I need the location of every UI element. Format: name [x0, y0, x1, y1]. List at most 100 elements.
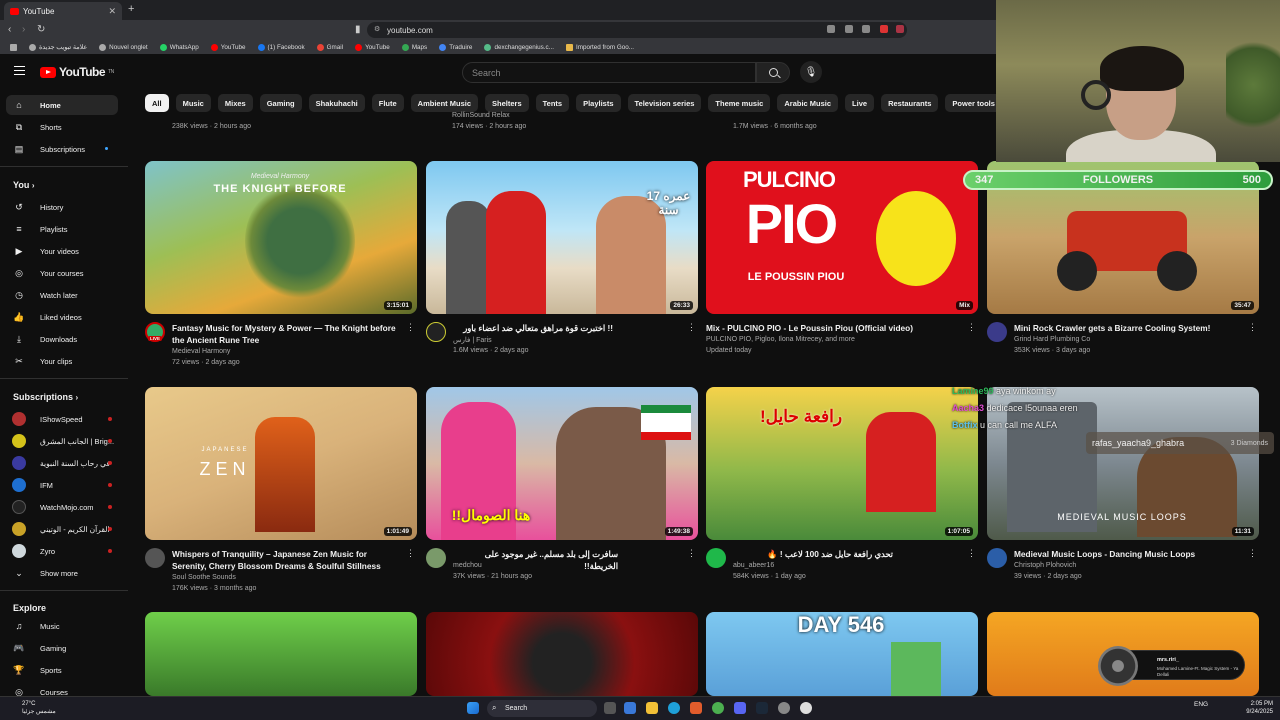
sidebar-item-playlists[interactable]: ≡ Playlists: [6, 219, 118, 239]
bookmark-item[interactable]: علامة تبويب جديدة: [29, 43, 87, 51]
video-card[interactable]: 35:47 Mini Rock Crawler gets a Bizarre C…: [987, 161, 1259, 370]
subscription-channel[interactable]: الجانب المشرق | Brig...: [6, 431, 118, 451]
sidebar-item-watch-later[interactable]: ◷ Watch later: [6, 285, 118, 305]
bookmark-item[interactable]: dexchangegenius.c...: [484, 43, 554, 51]
steam-icon[interactable]: [756, 702, 768, 714]
video-card[interactable]: رافعة حايل! 1:07:05 تحدي رافعة حايل ضد 1…: [706, 387, 978, 596]
chip-mixes[interactable]: Mixes: [217, 94, 253, 112]
tab-youtube[interactable]: YouTube ✕: [4, 2, 122, 20]
subscription-channel[interactable]: في رحاب السنة النبوية: [6, 453, 118, 473]
video-thumbnail[interactable]: عمره 17 سنة 26:33: [426, 161, 698, 314]
chip-music[interactable]: Music: [175, 94, 211, 112]
search-button[interactable]: [756, 62, 790, 83]
video-thumbnail[interactable]: هنا الصومال!! 1:49:38: [426, 387, 698, 540]
video-title[interactable]: !! اختبرت قوة مراهق متعالي ضد اعضاء باور: [453, 322, 613, 334]
task-view-icon[interactable]: [604, 702, 616, 714]
video-card[interactable]: [145, 612, 417, 696]
voice-search-button[interactable]: 🎙: [800, 61, 822, 83]
channel-avatar[interactable]: [987, 322, 1007, 342]
channel-avatar[interactable]: [426, 548, 446, 568]
channel-name[interactable]: PULCINO PIO, Pigloo, Ilona Mitrecey, and…: [706, 336, 855, 343]
sidebar-item-home[interactable]: ⌂ Home: [6, 95, 118, 115]
bookmark-item[interactable]: Gmail: [316, 43, 343, 51]
bookmark-item[interactable]: WhatsApp: [159, 43, 199, 51]
bookmark-folder[interactable]: Imported from Goo...: [565, 43, 634, 51]
sidebar-item-your-videos[interactable]: ▶ Your videos: [6, 241, 118, 261]
apps-icon[interactable]: [10, 43, 17, 51]
zoom-icon[interactable]: [845, 25, 853, 33]
more-options-icon[interactable]: ⋮: [1248, 548, 1257, 559]
start-icon[interactable]: [467, 702, 479, 714]
language-indicator[interactable]: ENG: [1194, 701, 1208, 708]
taskbar-search[interactable]: ⌕ Search: [487, 700, 597, 717]
rewards-icon[interactable]: [896, 25, 904, 33]
sidebar-item-sports[interactable]: 🏆 Sports: [6, 660, 118, 680]
channel-avatar[interactable]: [706, 548, 726, 568]
chip-live[interactable]: Live: [845, 94, 875, 112]
channel-name[interactable]: medchou: [453, 562, 482, 569]
more-options-icon[interactable]: ⋮: [687, 548, 696, 559]
youtube-logo[interactable]: YouTube TN: [40, 65, 114, 79]
channel-name[interactable]: Christoph Plohovich: [1014, 562, 1076, 569]
url-field[interactable]: ⚙ youtube.com: [367, 22, 907, 38]
sidebar-item-downloads[interactable]: ⤓ Downloads: [6, 329, 118, 349]
video-card[interactable]: عمره 17 سنة 26:33 !! اختبرت قوة مراهق مت…: [426, 161, 698, 370]
cast-icon[interactable]: [827, 25, 835, 33]
video-title[interactable]: Fantasy Music for Mystery & Power — The …: [172, 322, 402, 346]
forward-icon[interactable]: ›: [22, 24, 25, 35]
subscription-channel[interactable]: القرآن الكريم - الوتيني: [6, 519, 118, 539]
more-options-icon[interactable]: ⋮: [406, 322, 415, 333]
video-card[interactable]: DAY 546: [706, 612, 978, 696]
channel-avatar[interactable]: [145, 548, 165, 568]
subscription-channel[interactable]: Zyro: [6, 541, 118, 561]
show-more-button[interactable]: ⌄ Show more: [6, 563, 118, 583]
more-options-icon[interactable]: ⋮: [967, 322, 976, 333]
discord-icon[interactable]: [734, 702, 746, 714]
channel-avatar[interactable]: [987, 548, 1007, 568]
obs-icon[interactable]: [800, 702, 812, 714]
more-options-icon[interactable]: ⋮: [687, 322, 696, 333]
video-thumbnail[interactable]: PULCINO PIO LE POUSSIN PIOU Mix: [706, 161, 978, 314]
video-title[interactable]: Mix - PULCINO PIO - Le Poussin Piou (Off…: [706, 322, 956, 334]
chip-playlists[interactable]: Playlists: [576, 94, 621, 112]
chip-theme-music[interactable]: Theme music: [708, 94, 771, 112]
edge-icon[interactable]: [668, 702, 680, 714]
video-card[interactable]: هنا الصومال!! 1:49:38 سافرت إلى بلد مسلم…: [426, 387, 698, 596]
video-card[interactable]: JAPANESE ZEN 1:01:49 Whispers of Tranqui…: [145, 387, 417, 596]
bookmark-icon[interactable]: ▮: [355, 24, 361, 35]
channel-avatar[interactable]: [426, 322, 446, 342]
channel-name[interactable]: Medieval Harmony: [172, 348, 230, 355]
share-icon[interactable]: [862, 25, 870, 33]
video-title[interactable]: تحدي رافعة حايل ضد 100 لاعب ! 🔥: [733, 548, 893, 560]
chip-power-tools[interactable]: Power tools: [945, 94, 996, 112]
sidebar-item-music[interactable]: ♫ Music: [6, 616, 118, 636]
chip-tents[interactable]: Tents: [535, 94, 570, 112]
video-title[interactable]: Whispers of Tranquility – Japanese Zen M…: [172, 548, 402, 572]
sidebar-item-subscriptions[interactable]: ▤ Subscriptions: [6, 139, 118, 159]
more-options-icon[interactable]: ⋮: [1248, 322, 1257, 333]
video-title[interactable]: Medieval Music Loops - Dancing Music Loo…: [1014, 548, 1244, 560]
more-options-icon[interactable]: ⋮: [967, 548, 976, 559]
channel-name[interactable]: فارس | Faris: [453, 336, 492, 344]
widgets-icon[interactable]: [624, 702, 636, 714]
bookmark-item[interactable]: (1) Facebook: [257, 43, 305, 51]
sidebar-item-shorts[interactable]: ⧉ Shorts: [6, 117, 118, 137]
bookmark-item[interactable]: Maps: [401, 43, 427, 51]
sidebar-item-liked-videos[interactable]: 👍 Liked videos: [6, 307, 118, 327]
subscription-channel[interactable]: WatchMojo.com: [6, 497, 118, 517]
chip-restaurants[interactable]: Restaurants: [881, 94, 939, 112]
site-info-icon[interactable]: ⚙: [374, 25, 380, 33]
chip-television-series[interactable]: Television series: [627, 94, 702, 112]
video-thumbnail[interactable]: [426, 612, 698, 696]
channel-name[interactable]: Soul Soothe Sounds: [172, 574, 236, 581]
system-clock[interactable]: 2:05 PM 9/24/2025: [1243, 700, 1273, 716]
close-tab-icon[interactable]: ✕: [108, 6, 116, 17]
weather-widget[interactable]: 27°C مشمس جزئيا: [8, 700, 56, 716]
reload-icon[interactable]: ↻: [37, 24, 45, 35]
sidebar-item-gaming[interactable]: 🎮 Gaming: [6, 638, 118, 658]
sidebar-item-your-clips[interactable]: ✂ Your clips: [6, 351, 118, 371]
chip-gaming[interactable]: Gaming: [259, 94, 302, 112]
chip-shakuhachi[interactable]: Shakuhachi: [308, 94, 365, 112]
video-thumbnail[interactable]: DAY 546: [706, 612, 978, 696]
back-icon[interactable]: ‹: [8, 24, 11, 35]
